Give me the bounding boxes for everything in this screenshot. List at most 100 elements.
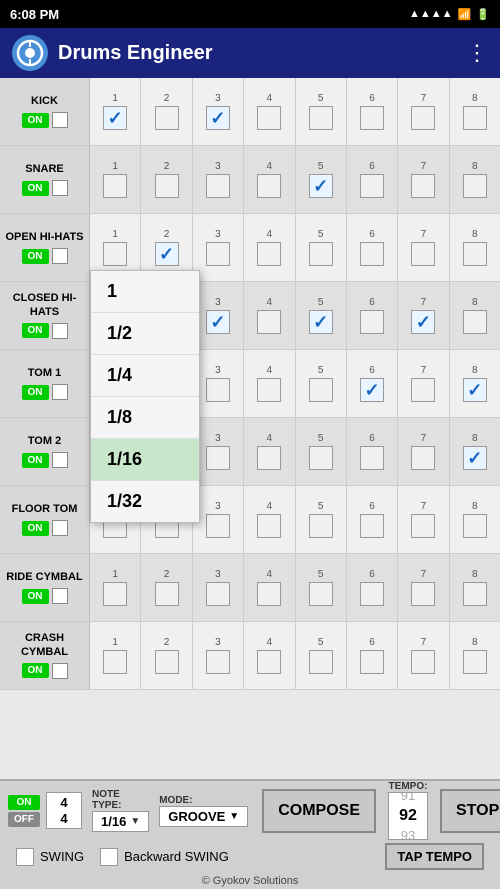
beat-checkbox-2-7[interactable] bbox=[463, 242, 487, 266]
beat-checkbox-8-3[interactable] bbox=[257, 650, 281, 674]
dropdown-item-18[interactable]: 1/8 bbox=[91, 397, 199, 439]
beat-checkbox-5-2[interactable] bbox=[206, 446, 230, 470]
beat-checkbox-4-4[interactable] bbox=[309, 378, 333, 402]
drum-on-btn-7[interactable]: ON bbox=[22, 589, 49, 604]
beat-checkbox-2-5[interactable] bbox=[360, 242, 384, 266]
drum-on-btn-3[interactable]: ON bbox=[22, 323, 49, 338]
drum-solo-cb-5[interactable] bbox=[52, 452, 68, 468]
beat-checkbox-3-2[interactable] bbox=[206, 310, 230, 334]
beat-checkbox-7-3[interactable] bbox=[257, 582, 281, 606]
beat-checkbox-5-7[interactable] bbox=[463, 446, 487, 470]
drum-on-btn-4[interactable]: ON bbox=[22, 385, 49, 400]
beat-checkbox-1-5[interactable] bbox=[360, 174, 384, 198]
beat-checkbox-8-6[interactable] bbox=[411, 650, 435, 674]
drum-solo-cb-3[interactable] bbox=[52, 323, 68, 339]
beat-checkbox-2-2[interactable] bbox=[206, 242, 230, 266]
beat-checkbox-6-6[interactable] bbox=[411, 514, 435, 538]
beat-checkbox-0-3[interactable] bbox=[257, 106, 281, 130]
drum-on-btn-1[interactable]: ON bbox=[22, 181, 49, 196]
beat-checkbox-1-6[interactable] bbox=[411, 174, 435, 198]
dropdown-item-12[interactable]: 1/2 bbox=[91, 313, 199, 355]
note-type-selector[interactable]: 1/16 ▼ bbox=[92, 811, 149, 832]
off-button[interactable]: OFF bbox=[8, 812, 40, 827]
beat-checkbox-3-4[interactable] bbox=[309, 310, 333, 334]
beat-checkbox-8-7[interactable] bbox=[463, 650, 487, 674]
beat-checkbox-2-6[interactable] bbox=[411, 242, 435, 266]
drum-solo-cb-7[interactable] bbox=[52, 588, 68, 604]
beat-checkbox-0-4[interactable] bbox=[309, 106, 333, 130]
beat-checkbox-1-1[interactable] bbox=[155, 174, 179, 198]
beat-checkbox-7-7[interactable] bbox=[463, 582, 487, 606]
drum-on-btn-6[interactable]: ON bbox=[22, 521, 49, 536]
beat-checkbox-8-0[interactable] bbox=[103, 650, 127, 674]
drum-solo-cb-1[interactable] bbox=[52, 180, 68, 196]
beat-checkbox-8-5[interactable] bbox=[360, 650, 384, 674]
dropdown-item-1[interactable]: 1 bbox=[91, 271, 199, 313]
dropdown-item-132[interactable]: 1/32 bbox=[91, 481, 199, 522]
beat-checkbox-7-0[interactable] bbox=[103, 582, 127, 606]
beat-checkbox-4-5[interactable] bbox=[360, 378, 384, 402]
beat-checkbox-7-1[interactable] bbox=[155, 582, 179, 606]
swing-checkbox[interactable] bbox=[16, 848, 34, 866]
beat-checkbox-2-4[interactable] bbox=[309, 242, 333, 266]
drum-solo-cb-2[interactable] bbox=[52, 248, 68, 264]
beat-checkbox-4-6[interactable] bbox=[411, 378, 435, 402]
beat-checkbox-8-2[interactable] bbox=[206, 650, 230, 674]
drum-solo-cb-6[interactable] bbox=[52, 520, 68, 536]
beat-checkbox-3-3[interactable] bbox=[257, 310, 281, 334]
beat-checkbox-3-7[interactable] bbox=[463, 310, 487, 334]
beat-checkbox-0-5[interactable] bbox=[360, 106, 384, 130]
drum-solo-cb-8[interactable] bbox=[52, 663, 68, 679]
beat-checkbox-1-0[interactable] bbox=[103, 174, 127, 198]
beat-checkbox-4-7[interactable] bbox=[463, 378, 487, 402]
beat-checkbox-0-6[interactable] bbox=[411, 106, 435, 130]
backward-swing-checkbox[interactable] bbox=[100, 848, 118, 866]
beat-checkbox-6-5[interactable] bbox=[360, 514, 384, 538]
mode-selector[interactable]: GROOVE ▼ bbox=[159, 806, 248, 827]
beat-checkbox-2-1[interactable] bbox=[155, 242, 179, 266]
tap-tempo-button[interactable]: TAP TEMPO bbox=[385, 843, 484, 870]
drum-on-btn-2[interactable]: ON bbox=[22, 249, 49, 264]
beat-checkbox-0-1[interactable] bbox=[155, 106, 179, 130]
beat-checkbox-5-3[interactable] bbox=[257, 446, 281, 470]
drum-on-btn-8[interactable]: ON bbox=[22, 663, 49, 678]
beat-checkbox-6-7[interactable] bbox=[463, 514, 487, 538]
beat-checkbox-0-0[interactable] bbox=[103, 106, 127, 130]
beat-checkbox-2-3[interactable] bbox=[257, 242, 281, 266]
beat-checkbox-5-5[interactable] bbox=[360, 446, 384, 470]
drum-on-btn-5[interactable]: ON bbox=[22, 453, 49, 468]
beat-checkbox-0-2[interactable] bbox=[206, 106, 230, 130]
beat-checkbox-6-3[interactable] bbox=[257, 514, 281, 538]
beat-checkbox-1-3[interactable] bbox=[257, 174, 281, 198]
drum-solo-cb-4[interactable] bbox=[52, 384, 68, 400]
beat-checkbox-0-7[interactable] bbox=[463, 106, 487, 130]
beat-checkbox-3-5[interactable] bbox=[360, 310, 384, 334]
on-button[interactable]: ON bbox=[8, 795, 40, 810]
beat-checkbox-4-2[interactable] bbox=[206, 378, 230, 402]
beat-checkbox-5-6[interactable] bbox=[411, 446, 435, 470]
beat-checkbox-3-6[interactable] bbox=[411, 310, 435, 334]
beat-checkbox-1-7[interactable] bbox=[463, 174, 487, 198]
beat-checkbox-7-2[interactable] bbox=[206, 582, 230, 606]
stop-button[interactable]: STOP bbox=[440, 789, 500, 833]
menu-icon[interactable]: ⋮ bbox=[466, 40, 488, 66]
beat-checkbox-7-4[interactable] bbox=[309, 582, 333, 606]
beat-checkbox-4-3[interactable] bbox=[257, 378, 281, 402]
dropdown-item-116[interactable]: 1/16 bbox=[91, 439, 199, 481]
drum-solo-cb-0[interactable] bbox=[52, 112, 68, 128]
beat-checkbox-6-4[interactable] bbox=[309, 514, 333, 538]
beat-checkbox-8-1[interactable] bbox=[155, 650, 179, 674]
beat-checkbox-6-2[interactable] bbox=[206, 514, 230, 538]
beat-checkbox-8-4[interactable] bbox=[309, 650, 333, 674]
beat-checkbox-1-4[interactable] bbox=[309, 174, 333, 198]
beat-checkbox-5-4[interactable] bbox=[309, 446, 333, 470]
drum-on-btn-0[interactable]: ON bbox=[22, 113, 49, 128]
beat-checkbox-7-6[interactable] bbox=[411, 582, 435, 606]
dropdown-item-14[interactable]: 1/4 bbox=[91, 355, 199, 397]
beat-checkbox-2-0[interactable] bbox=[103, 242, 127, 266]
beat-checkbox-1-2[interactable] bbox=[206, 174, 230, 198]
compose-button[interactable]: COMPOSE bbox=[262, 789, 376, 833]
tempo-scroll[interactable]: 919293 bbox=[388, 792, 428, 840]
beat-checkbox-7-5[interactable] bbox=[360, 582, 384, 606]
note-dropdown[interactable]: 11/21/41/81/161/32 bbox=[90, 270, 200, 523]
